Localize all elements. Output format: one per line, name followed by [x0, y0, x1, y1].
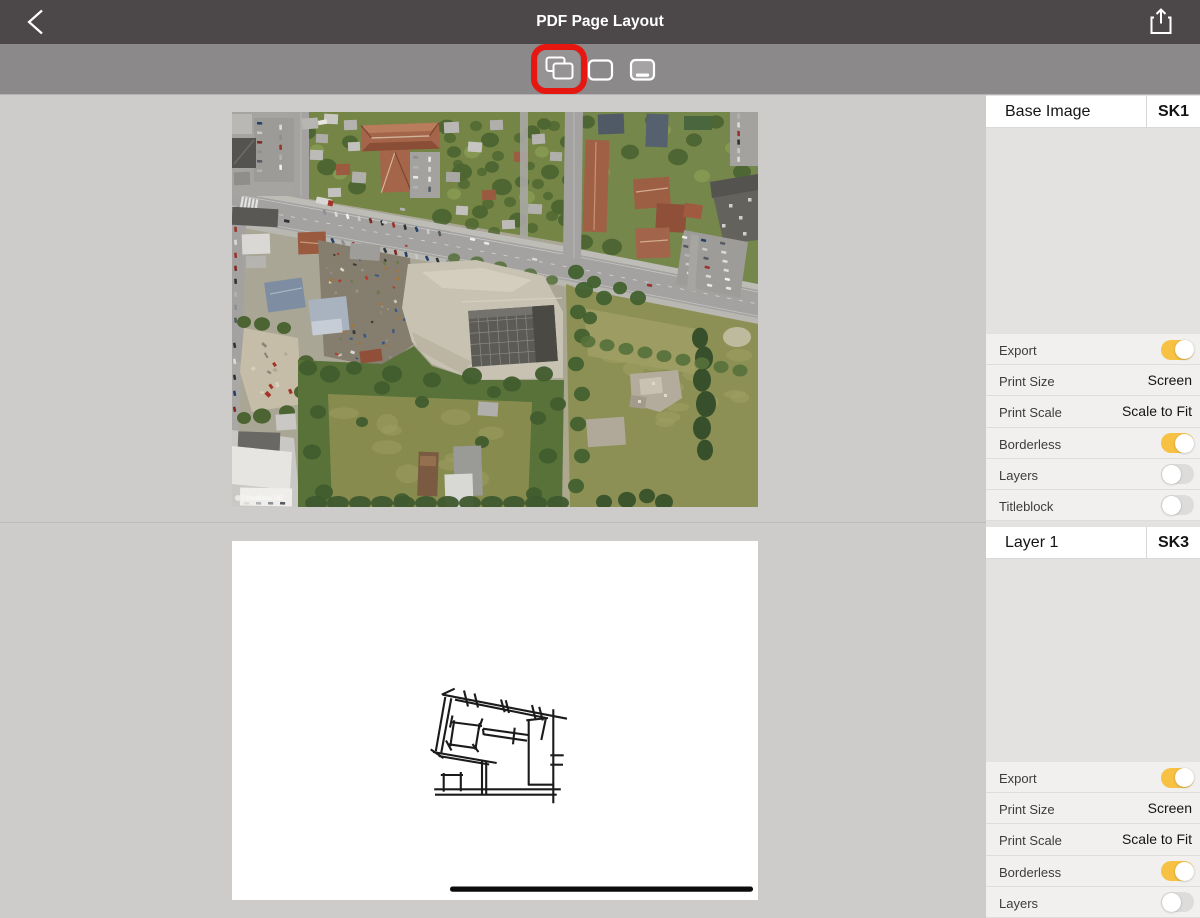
svg-text:© GeoBasis-DE: © GeoBasis-DE [240, 495, 282, 502]
